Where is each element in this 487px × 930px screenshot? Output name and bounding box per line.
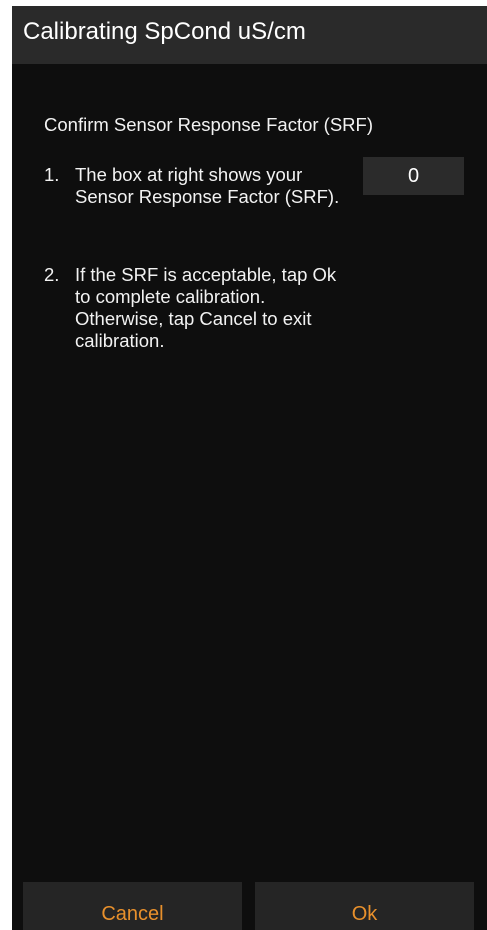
instruction-step-2: 2. If the SRF is acceptable, tap Ok to c…	[44, 264, 344, 352]
cancel-button[interactable]: Cancel	[23, 882, 242, 930]
step-text: The box at right shows your Sensor Respo…	[75, 164, 340, 207]
step-number: 1.	[44, 164, 60, 185]
instruction-step-1: 1. The box at right shows your Sensor Re…	[44, 164, 344, 208]
header-bar: Calibrating SpCond uS/cm	[12, 6, 487, 64]
srf-value-box: 0	[363, 157, 464, 195]
instruction-heading: Confirm Sensor Response Factor (SRF)	[44, 114, 373, 135]
step-number: 2.	[44, 264, 60, 285]
step-text: If the SRF is acceptable, tap Ok to comp…	[75, 264, 337, 351]
ok-button[interactable]: Ok	[255, 882, 474, 930]
page-title: Calibrating SpCond uS/cm	[23, 18, 306, 45]
calibration-screen: Calibrating SpCond uS/cm Confirm Sensor …	[12, 6, 487, 930]
